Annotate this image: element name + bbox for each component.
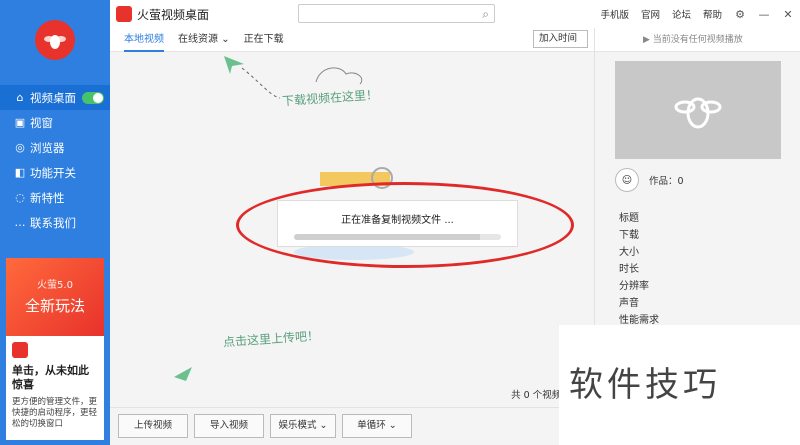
settings-gear-icon[interactable]: ⚙ — [731, 8, 749, 21]
tab-local-video[interactable]: 本地视频 — [124, 28, 164, 52]
minimize-icon[interactable]: — — [755, 8, 773, 21]
chevron-down-icon: ⌄ — [221, 33, 230, 45]
browser-icon: ◎ — [15, 141, 25, 154]
meta-download: 下载 — [619, 230, 639, 241]
tab-online-resources[interactable]: 在线资源 ⌄ — [178, 28, 230, 52]
forum-link[interactable]: 论坛 — [672, 7, 691, 21]
tab-bar: 本地视频 在线资源 ⌄ 正在下载 加入时间 ⌄ — [110, 28, 594, 60]
sort-select[interactable]: 加入时间 ⌄ — [533, 30, 588, 60]
app-title: 火萤视频桌面 — [137, 7, 210, 22]
title-bar: 火萤视频桌面 ⌕ 手机版 官网 论坛 帮助 ⚙ — ✕ — [110, 0, 800, 28]
app-window: ⌂ 视频桌面 ▣ 视窗 ◎ 浏览器 ◧ 功能开关 ◌ 新特性 … 联系我们 火萤… — [0, 0, 800, 445]
search-icon[interactable]: ⌕ — [482, 7, 489, 22]
loop-select[interactable]: 单循环 ⌄ — [342, 414, 412, 438]
promo-banner: 火萤5.0 全新玩法 — [6, 258, 104, 336]
bulb-icon: ◌ — [15, 191, 25, 204]
search-input[interactable]: ⌕ — [298, 4, 495, 23]
upload-hint: 点击这里上传吧！ — [222, 328, 320, 350]
tab-label: 在线资源 — [178, 33, 218, 45]
website-link[interactable]: 官网 — [641, 7, 660, 21]
meta-size: 大小 — [619, 247, 639, 258]
sidebar-item-label: 联系我们 — [30, 215, 76, 230]
sidebar-item-new-features[interactable]: ◌ 新特性 — [6, 185, 110, 210]
sidebar-item-label: 视频桌面 — [30, 90, 76, 105]
now-playing: ▶ 当前没有任何视频播放 — [595, 28, 800, 52]
play-icon: ▶ — [643, 35, 650, 45]
app-logo-icon — [116, 6, 132, 22]
sort-label: 加入时间 — [539, 33, 578, 44]
sidebar-nav: ⌂ 视频桌面 ▣ 视窗 ◎ 浏览器 ◧ 功能开关 ◌ 新特性 … 联系我们 — [0, 85, 110, 235]
firefly-logo-icon — [35, 20, 75, 60]
close-icon[interactable]: ✕ — [779, 8, 797, 21]
promo-title: 全新玩法 — [24, 297, 85, 315]
sidebar-item-feature-switch[interactable]: ◧ 功能开关 — [6, 160, 110, 185]
chevron-down-icon: ⌄ — [319, 420, 328, 431]
meta-audio: 声音 — [619, 298, 639, 309]
meta-resolution: 分辨率 — [619, 281, 649, 292]
meta-duration: 时长 — [619, 264, 639, 275]
sidebar-item-video-desktop[interactable]: ⌂ 视频桌面 — [0, 85, 110, 110]
meta-title: 标题 — [619, 213, 639, 224]
promo-card[interactable]: 火萤5.0 全新玩法 单击，从未如此惊喜 更方便的管理文件，更快捷的启动程序，更… — [6, 258, 104, 440]
sidebar: ⌂ 视频桌面 ▣ 视窗 ◎ 浏览器 ◧ 功能开关 ◌ 新特性 … 联系我们 火萤… — [0, 0, 110, 445]
help-link[interactable]: 帮助 — [703, 7, 722, 21]
sidebar-item-contact[interactable]: … 联系我们 — [6, 210, 110, 235]
loop-label: 单循环 — [357, 420, 386, 431]
sidebar-item-label: 功能开关 — [30, 165, 76, 180]
window-icon: ▣ — [14, 116, 26, 129]
author-info: ☺ 作品：0 — [615, 168, 684, 192]
avatar[interactable]: ☺ — [615, 168, 639, 192]
works-count: 作品：0 — [649, 176, 684, 187]
sidebar-item-label: 浏览器 — [30, 140, 65, 155]
chat-icon: … — [14, 216, 26, 229]
home-icon: ⌂ — [16, 91, 24, 104]
firefly-placeholder-icon — [674, 97, 722, 129]
upload-video-button[interactable]: 上传视频 — [118, 414, 188, 438]
mode-label: 娱乐模式 — [278, 420, 317, 431]
video-meta-list: 标题 下载 大小 时长 分辨率 声音 性能需求 — [619, 210, 659, 329]
now-playing-text: 当前没有任何视频播放 — [652, 35, 743, 45]
switch-icon: ◧ — [14, 166, 26, 179]
paper-plane-icon — [174, 367, 192, 381]
promo-description: 更方便的管理文件，更快捷的启动程序，更轻松的切换窗口 — [12, 397, 98, 429]
video-desktop-toggle[interactable] — [82, 91, 104, 104]
video-content-area: 下载视频在这里！ 正在准备复制视频文件 ... 点击这里上传吧！ 共 0 个视频… — [110, 52, 594, 407]
tab-downloading[interactable]: 正在下载 — [244, 28, 284, 52]
video-thumbnail — [615, 61, 781, 159]
import-video-button[interactable]: 导入视频 — [194, 414, 264, 438]
firefly-small-icon — [12, 342, 28, 358]
mobile-link[interactable]: 手机版 — [600, 7, 629, 21]
sidebar-item-label: 视窗 — [30, 115, 53, 130]
sidebar-item-window[interactable]: ▣ 视窗 — [6, 110, 110, 135]
promo-body: 单击，从未如此惊喜 更方便的管理文件，更快捷的启动程序，更轻松的切换窗口 — [6, 336, 104, 434]
sidebar-item-label: 新特性 — [30, 190, 65, 205]
promo-version: 火萤5.0 — [37, 280, 73, 291]
watermark-text: 软件技巧 — [559, 325, 800, 445]
title-links: 手机版 官网 论坛 帮助 ⚙ — ✕ — [594, 0, 800, 28]
promo-heading: 单击，从未如此惊喜 — [12, 364, 89, 391]
highlight-annotation — [236, 182, 574, 268]
sidebar-item-browser[interactable]: ◎ 浏览器 — [6, 135, 110, 160]
chevron-down-icon: ⌄ — [388, 420, 397, 431]
bottom-toolbar: 上传视频 导入视频 娱乐模式 ⌄ 单循环 ⌄ — [110, 407, 594, 445]
mode-select[interactable]: 娱乐模式 ⌄ — [270, 414, 336, 438]
